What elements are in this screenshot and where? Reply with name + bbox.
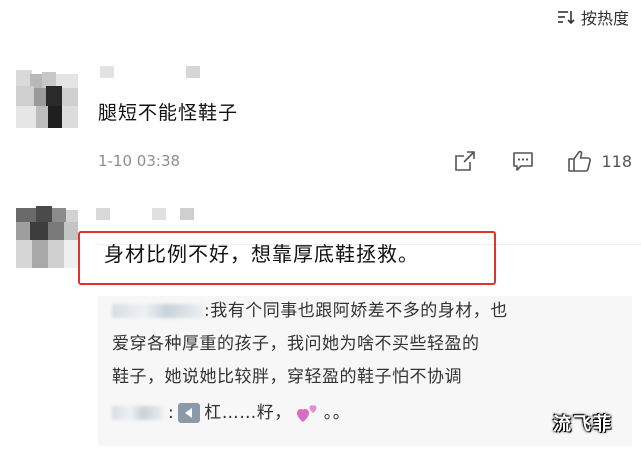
thumbs-up-icon [568, 150, 592, 172]
avatar[interactable] [16, 206, 78, 268]
reply-item: : 杠……籽， 。。 [112, 400, 350, 426]
username-redacted[interactable] [96, 208, 194, 220]
comment-button[interactable] [509, 149, 537, 173]
like-count: 118 [601, 151, 632, 171]
reply-text-line: 爱穿各种厚重的孩子，我问她为啥不买些轻盈的 [112, 334, 480, 354]
sort-label: 按热度 [580, 9, 629, 28]
reply-username-redacted[interactable] [112, 406, 164, 420]
avatar[interactable] [16, 66, 78, 128]
like-button[interactable]: 118 [567, 149, 632, 173]
share-button[interactable] [451, 149, 479, 173]
reply-text-line: :我有个同事也跟阿娇差不多的身材，也 [204, 301, 508, 321]
comment-item: 腿短不能怪鞋子 1-10 03:38 118 [0, 60, 641, 245]
reply-panel[interactable]: :我有个同事也跟阿娇差不多的身材，也 爱穿各种厚重的孩子，我问她为啥不买些轻盈的… [98, 296, 632, 446]
comment-item: 身材比例不好，想靠厚底鞋拯救。 :我有个同事也跟阿娇差不多的身材，也 爱穿各种厚… [0, 196, 641, 454]
sound-icon [178, 403, 201, 423]
reply-text: 杠……籽， [204, 403, 292, 423]
comment-text: 身材比例不好，想靠厚底鞋拯救。 [104, 242, 419, 266]
watermark: 流飞菲 [553, 414, 613, 435]
comment-actions: 118 [451, 149, 632, 173]
comment-time: 1-10 03:38 [98, 152, 181, 170]
reply-text-line: 鞋子，她说她比较胖，穿轻盈的鞋子怕不协调 [112, 367, 462, 387]
sort-by-hot-button[interactable]: 按热度 [557, 6, 629, 28]
comment-text: 腿短不能怪鞋子 [98, 102, 239, 124]
sort-icon [557, 11, 575, 25]
comment-icon [513, 152, 534, 171]
two-hearts-icon [296, 405, 317, 422]
reply-username-redacted[interactable] [112, 304, 204, 318]
share-icon [455, 151, 476, 171]
comment-meta: 1-10 03:38 118 [98, 149, 632, 173]
reply-colon: : [168, 403, 175, 423]
reply-item: :我有个同事也跟阿娇差不多的身材，也 [112, 298, 508, 324]
reply-text: 。。 [323, 403, 351, 423]
username-redacted[interactable] [100, 66, 200, 78]
